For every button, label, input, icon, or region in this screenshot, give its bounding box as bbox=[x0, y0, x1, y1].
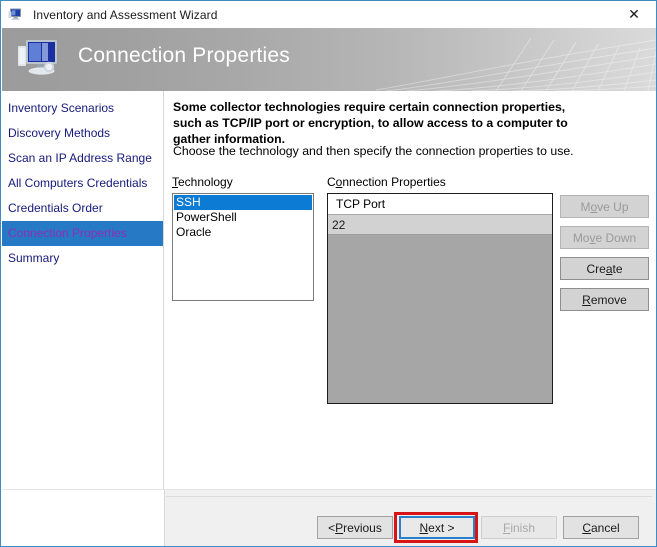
technology-option-ssh[interactable]: SSH bbox=[174, 195, 312, 210]
title-bar: Inventory and Assessment Wizard ✕ bbox=[1, 1, 656, 28]
move-up-prefix: M bbox=[580, 199, 591, 214]
technology-label-suffix: echnology bbox=[178, 175, 233, 189]
previous-accel: P bbox=[335, 520, 344, 535]
computer-icon bbox=[7, 6, 25, 24]
intro-bold-text: Some collector technologies require cert… bbox=[173, 100, 568, 146]
computer-monitor-icon bbox=[16, 37, 68, 83]
cancel-button[interactable]: Cancel bbox=[563, 516, 639, 539]
remove-button[interactable]: Remove bbox=[560, 288, 649, 311]
table-row[interactable]: 22 bbox=[328, 215, 552, 235]
cancel-suffix: ancel bbox=[590, 520, 620, 535]
page-title: Connection Properties bbox=[78, 44, 290, 67]
sidebar-item-inventory-scenarios[interactable]: Inventory Scenarios bbox=[2, 96, 163, 121]
window-title: Inventory and Assessment Wizard bbox=[33, 7, 218, 22]
create-button[interactable]: Cre a te bbox=[560, 257, 649, 280]
next-accel: N bbox=[419, 520, 429, 535]
create-accel: a bbox=[605, 261, 613, 276]
intro-normal-text: Choose the technology and then specify t… bbox=[173, 144, 574, 158]
move-down-button[interactable]: Mo v e Down bbox=[560, 226, 649, 249]
sidebar-item-credentials-order[interactable]: Credentials Order bbox=[2, 196, 163, 221]
mesh-decoration bbox=[376, 37, 656, 91]
cancel-accel: C bbox=[582, 520, 591, 535]
connection-properties-label-prefix: C bbox=[327, 175, 336, 189]
technology-label: Technology bbox=[172, 175, 233, 189]
move-down-prefix: Mo bbox=[572, 230, 590, 245]
close-icon[interactable]: ✕ bbox=[612, 1, 656, 27]
move-up-suffix: ve Up bbox=[597, 199, 629, 214]
connection-properties-label-suffix: nnection Properties bbox=[342, 175, 446, 189]
technology-option-powershell[interactable]: PowerShell bbox=[174, 210, 312, 225]
finish-button[interactable]: Finish bbox=[481, 516, 557, 539]
main-content: Some collector technologies require cert… bbox=[165, 91, 656, 489]
create-suffix: te bbox=[612, 261, 623, 276]
finish-suffix: inish bbox=[510, 520, 536, 535]
move-up-accel: o bbox=[590, 199, 598, 214]
wizard-step-nav: Inventory Scenarios Discovery Methods Sc… bbox=[2, 91, 164, 489]
footer-left-spacer bbox=[2, 490, 165, 546]
connection-properties-label: Connection Properties bbox=[327, 175, 446, 189]
remove-suffix: emove bbox=[590, 292, 627, 307]
sidebar-item-connection-properties[interactable]: Connection Properties bbox=[2, 221, 163, 246]
technology-option-oracle[interactable]: Oracle bbox=[174, 225, 312, 240]
next-button[interactable]: Next > bbox=[399, 516, 475, 539]
create-prefix: Cre bbox=[586, 261, 606, 276]
move-up-button[interactable]: Mo ve Up bbox=[560, 195, 649, 218]
footer-bar: < Previous Next > Finish Cancel bbox=[2, 489, 656, 546]
previous-prefix: < bbox=[328, 520, 336, 535]
wizard-window: Inventory and Assessment Wizard ✕ Connec… bbox=[0, 0, 657, 547]
finish-accel: F bbox=[502, 520, 511, 535]
sidebar-item-summary[interactable]: Summary bbox=[2, 246, 163, 271]
grid-column-header-tcp-port[interactable]: TCP Port bbox=[328, 194, 552, 215]
connection-properties-grid[interactable]: TCP Port 22 bbox=[327, 193, 553, 404]
sidebar-item-scan-ip-range[interactable]: Scan an IP Address Range bbox=[2, 146, 163, 171]
footer-separator bbox=[166, 496, 652, 497]
previous-button[interactable]: < Previous bbox=[317, 516, 393, 539]
next-suffix: ext > bbox=[428, 520, 455, 535]
remove-accel: R bbox=[582, 292, 591, 307]
previous-suffix: revious bbox=[343, 520, 382, 535]
move-down-suffix: e Down bbox=[595, 230, 637, 245]
sidebar-item-all-computers-credentials[interactable]: All Computers Credentials bbox=[2, 171, 163, 196]
sidebar-item-discovery-methods[interactable]: Discovery Methods bbox=[2, 121, 163, 146]
header-banner: Connection Properties bbox=[2, 28, 656, 91]
technology-listbox[interactable]: SSH PowerShell Oracle bbox=[172, 193, 314, 301]
